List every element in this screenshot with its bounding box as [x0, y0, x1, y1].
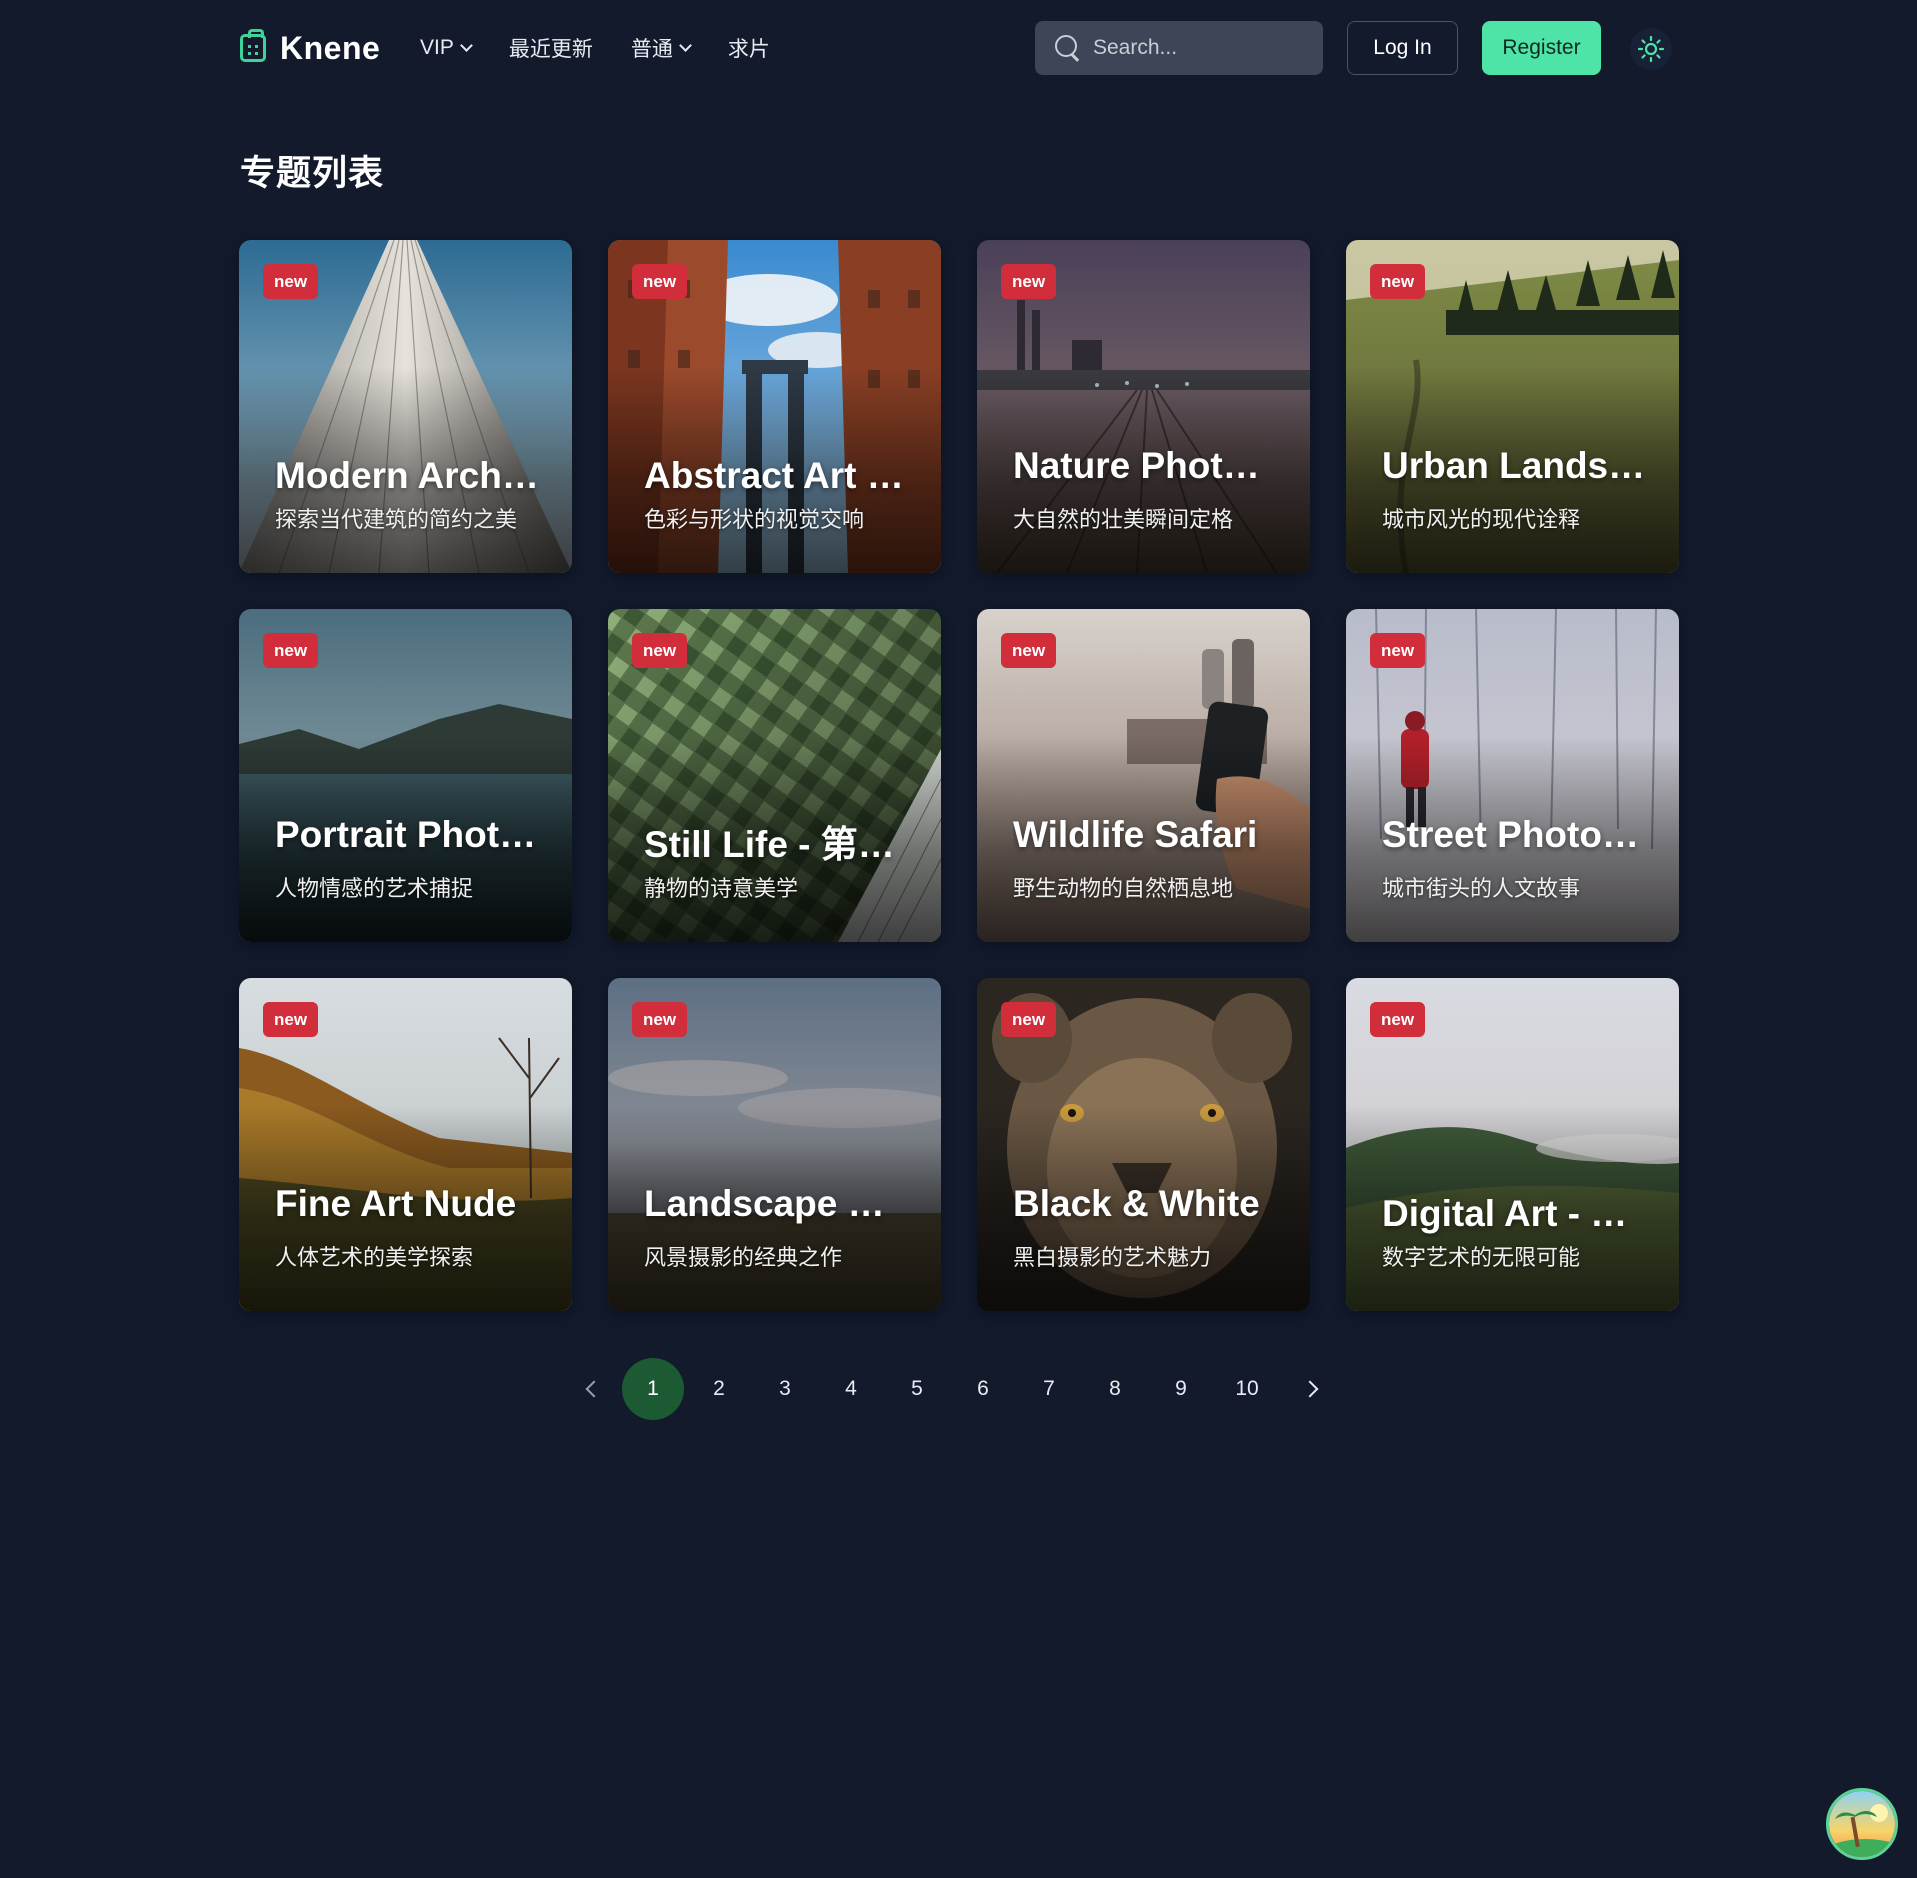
register-button[interactable]: Register [1482, 21, 1601, 75]
new-badge: new [632, 633, 688, 668]
new-badge: new [1001, 264, 1057, 299]
card-subtitle: 人体艺术的美学探索 [275, 1245, 474, 1270]
beach-palm-icon [1829, 1791, 1895, 1857]
new-badge: new [1370, 264, 1426, 299]
brand-name: Knene [280, 29, 381, 66]
nav-item-normal[interactable]: 普通 [630, 33, 692, 63]
card-subtitle: 风景摄影的经典之作 [644, 1245, 843, 1270]
new-badge: new [263, 1002, 319, 1037]
card-title: Digital Art - 数字艺术 [1382, 1193, 1650, 1234]
nav-item-label: 普通 [630, 38, 673, 61]
search-icon [1055, 35, 1081, 61]
topic-grid: new Modern Architecture - 现代建筑 探索当代建筑的简约… [239, 240, 1679, 1311]
login-button[interactable]: Log In [1347, 21, 1458, 75]
card-title: Fine Art Nude [275, 1183, 517, 1224]
page-button-9[interactable]: 9 [1150, 1358, 1212, 1420]
card-title: Black & White [1013, 1183, 1260, 1224]
page-button-6[interactable]: 6 [952, 1358, 1014, 1420]
topic-card[interactable]: new Nature Photography 大自然的壮美瞬间定格 [977, 240, 1310, 573]
card-subtitle: 野生动物的自然栖息地 [1013, 876, 1234, 901]
page-button-8[interactable]: 8 [1084, 1358, 1146, 1420]
chevron-down-icon [459, 39, 473, 52]
brand-logo[interactable]: Knene [240, 28, 380, 68]
topic-card[interactable]: new Modern Architecture - 现代建筑 探索当代建筑的简约… [239, 240, 572, 573]
page-button-3[interactable]: 3 [754, 1358, 816, 1420]
new-badge: new [1370, 633, 1426, 668]
page-button-1[interactable]: 1 [622, 1358, 684, 1420]
search-input[interactable] [1093, 36, 1293, 60]
card-subtitle: 人物情感的艺术捕捉 [275, 876, 474, 901]
calendar-icon [240, 29, 266, 62]
new-badge: new [1001, 633, 1057, 668]
new-badge: new [263, 264, 319, 299]
card-title: Nature Photography [1013, 445, 1281, 486]
next-page-button[interactable] [1282, 1358, 1344, 1420]
card-subtitle: 探索当代建筑的简约之美 [275, 507, 518, 532]
nav-item-label: VIP [420, 36, 454, 59]
card-subtitle: 城市街头的人文故事 [1382, 876, 1581, 901]
nav-item-vip[interactable]: VIP [420, 36, 473, 60]
card-subtitle: 城市风光的现代诠释 [1382, 507, 1581, 532]
new-badge: new [632, 1002, 688, 1037]
card-title: Portrait Photography [275, 814, 543, 855]
prev-page-button[interactable] [560, 1358, 622, 1420]
card-subtitle: 大自然的壮美瞬间定格 [1013, 507, 1234, 532]
card-subtitle: 数字艺术的无限可能 [1382, 1245, 1581, 1270]
main-nav: VIP 最近更新 普通 求片 [420, 30, 770, 66]
new-badge: new [1001, 1002, 1057, 1037]
card-title: Still Life - 第一视角 [644, 824, 912, 865]
page-button-10[interactable]: 10 [1216, 1358, 1278, 1420]
page-button-2[interactable]: 2 [688, 1358, 750, 1420]
card-subtitle: 色彩与形状的视觉交响 [644, 507, 865, 532]
card-title: Urban Landscapes [1382, 445, 1650, 486]
page-button-4[interactable]: 4 [820, 1358, 882, 1420]
topic-card[interactable]: new Portrait Photography 人物情感的艺术捕捉 [239, 609, 572, 942]
card-title: Landscape Masters [644, 1183, 912, 1224]
topic-card[interactable]: new Abstract Art - 抽象艺术 色彩与形状的视觉交响 [608, 240, 941, 573]
page-button-5[interactable]: 5 [886, 1358, 948, 1420]
new-badge: new [263, 633, 319, 668]
card-subtitle: 黑白摄影的艺术魅力 [1013, 1245, 1212, 1270]
new-badge: new [632, 264, 688, 299]
sun-icon [1637, 35, 1665, 63]
topic-card[interactable]: new Landscape Masters 风景摄影的经典之作 [608, 978, 941, 1311]
topic-card[interactable]: new Digital Art - 数字艺术 数字艺术的无限可能 [1346, 978, 1679, 1311]
page-button-7[interactable]: 7 [1018, 1358, 1080, 1420]
topic-card[interactable]: new Fine Art Nude 人体艺术的美学探索 [239, 978, 572, 1311]
nav-item-recent[interactable]: 最近更新 [509, 33, 593, 63]
card-title: Abstract Art - 抽象艺术 [644, 455, 912, 496]
nav-item-label: 求片 [727, 38, 770, 61]
top-navbar: Knene VIP 最近更新 普通 求片 Log In Register [0, 0, 1917, 96]
chevron-left-icon [585, 1380, 603, 1398]
chevron-right-icon [1301, 1380, 1319, 1398]
nav-item-label: 最近更新 [508, 38, 593, 61]
nav-item-request[interactable]: 求片 [728, 33, 770, 63]
topic-card[interactable]: new Street Photography 城市街头的人文故事 [1346, 609, 1679, 942]
new-badge: new [1370, 1002, 1426, 1037]
search-box[interactable] [1035, 21, 1323, 75]
topic-card[interactable]: new Still Life - 第一视角 静物的诗意美学 [608, 609, 941, 942]
topic-card[interactable]: new Wildlife Safari 野生动物的自然栖息地 [977, 609, 1310, 942]
floating-assistant-button[interactable] [1826, 1788, 1898, 1860]
theme-toggle-button[interactable] [1630, 28, 1672, 70]
card-title: Street Photography [1382, 814, 1650, 855]
card-title: Modern Architecture - 现代建筑 [275, 455, 543, 496]
card-subtitle: 静物的诗意美学 [644, 876, 799, 901]
topic-card[interactable]: new Black & White 黑白摄影的艺术魅力 [977, 978, 1310, 1311]
chevron-down-icon [678, 39, 692, 52]
pagination: 1 2 3 4 5 6 7 8 9 10 [560, 1358, 1344, 1420]
page-title: 专题列表 [240, 154, 385, 193]
card-title: Wildlife Safari [1013, 814, 1258, 855]
topic-card[interactable]: new Urban Landscapes 城市风光的现代诠释 [1346, 240, 1679, 573]
